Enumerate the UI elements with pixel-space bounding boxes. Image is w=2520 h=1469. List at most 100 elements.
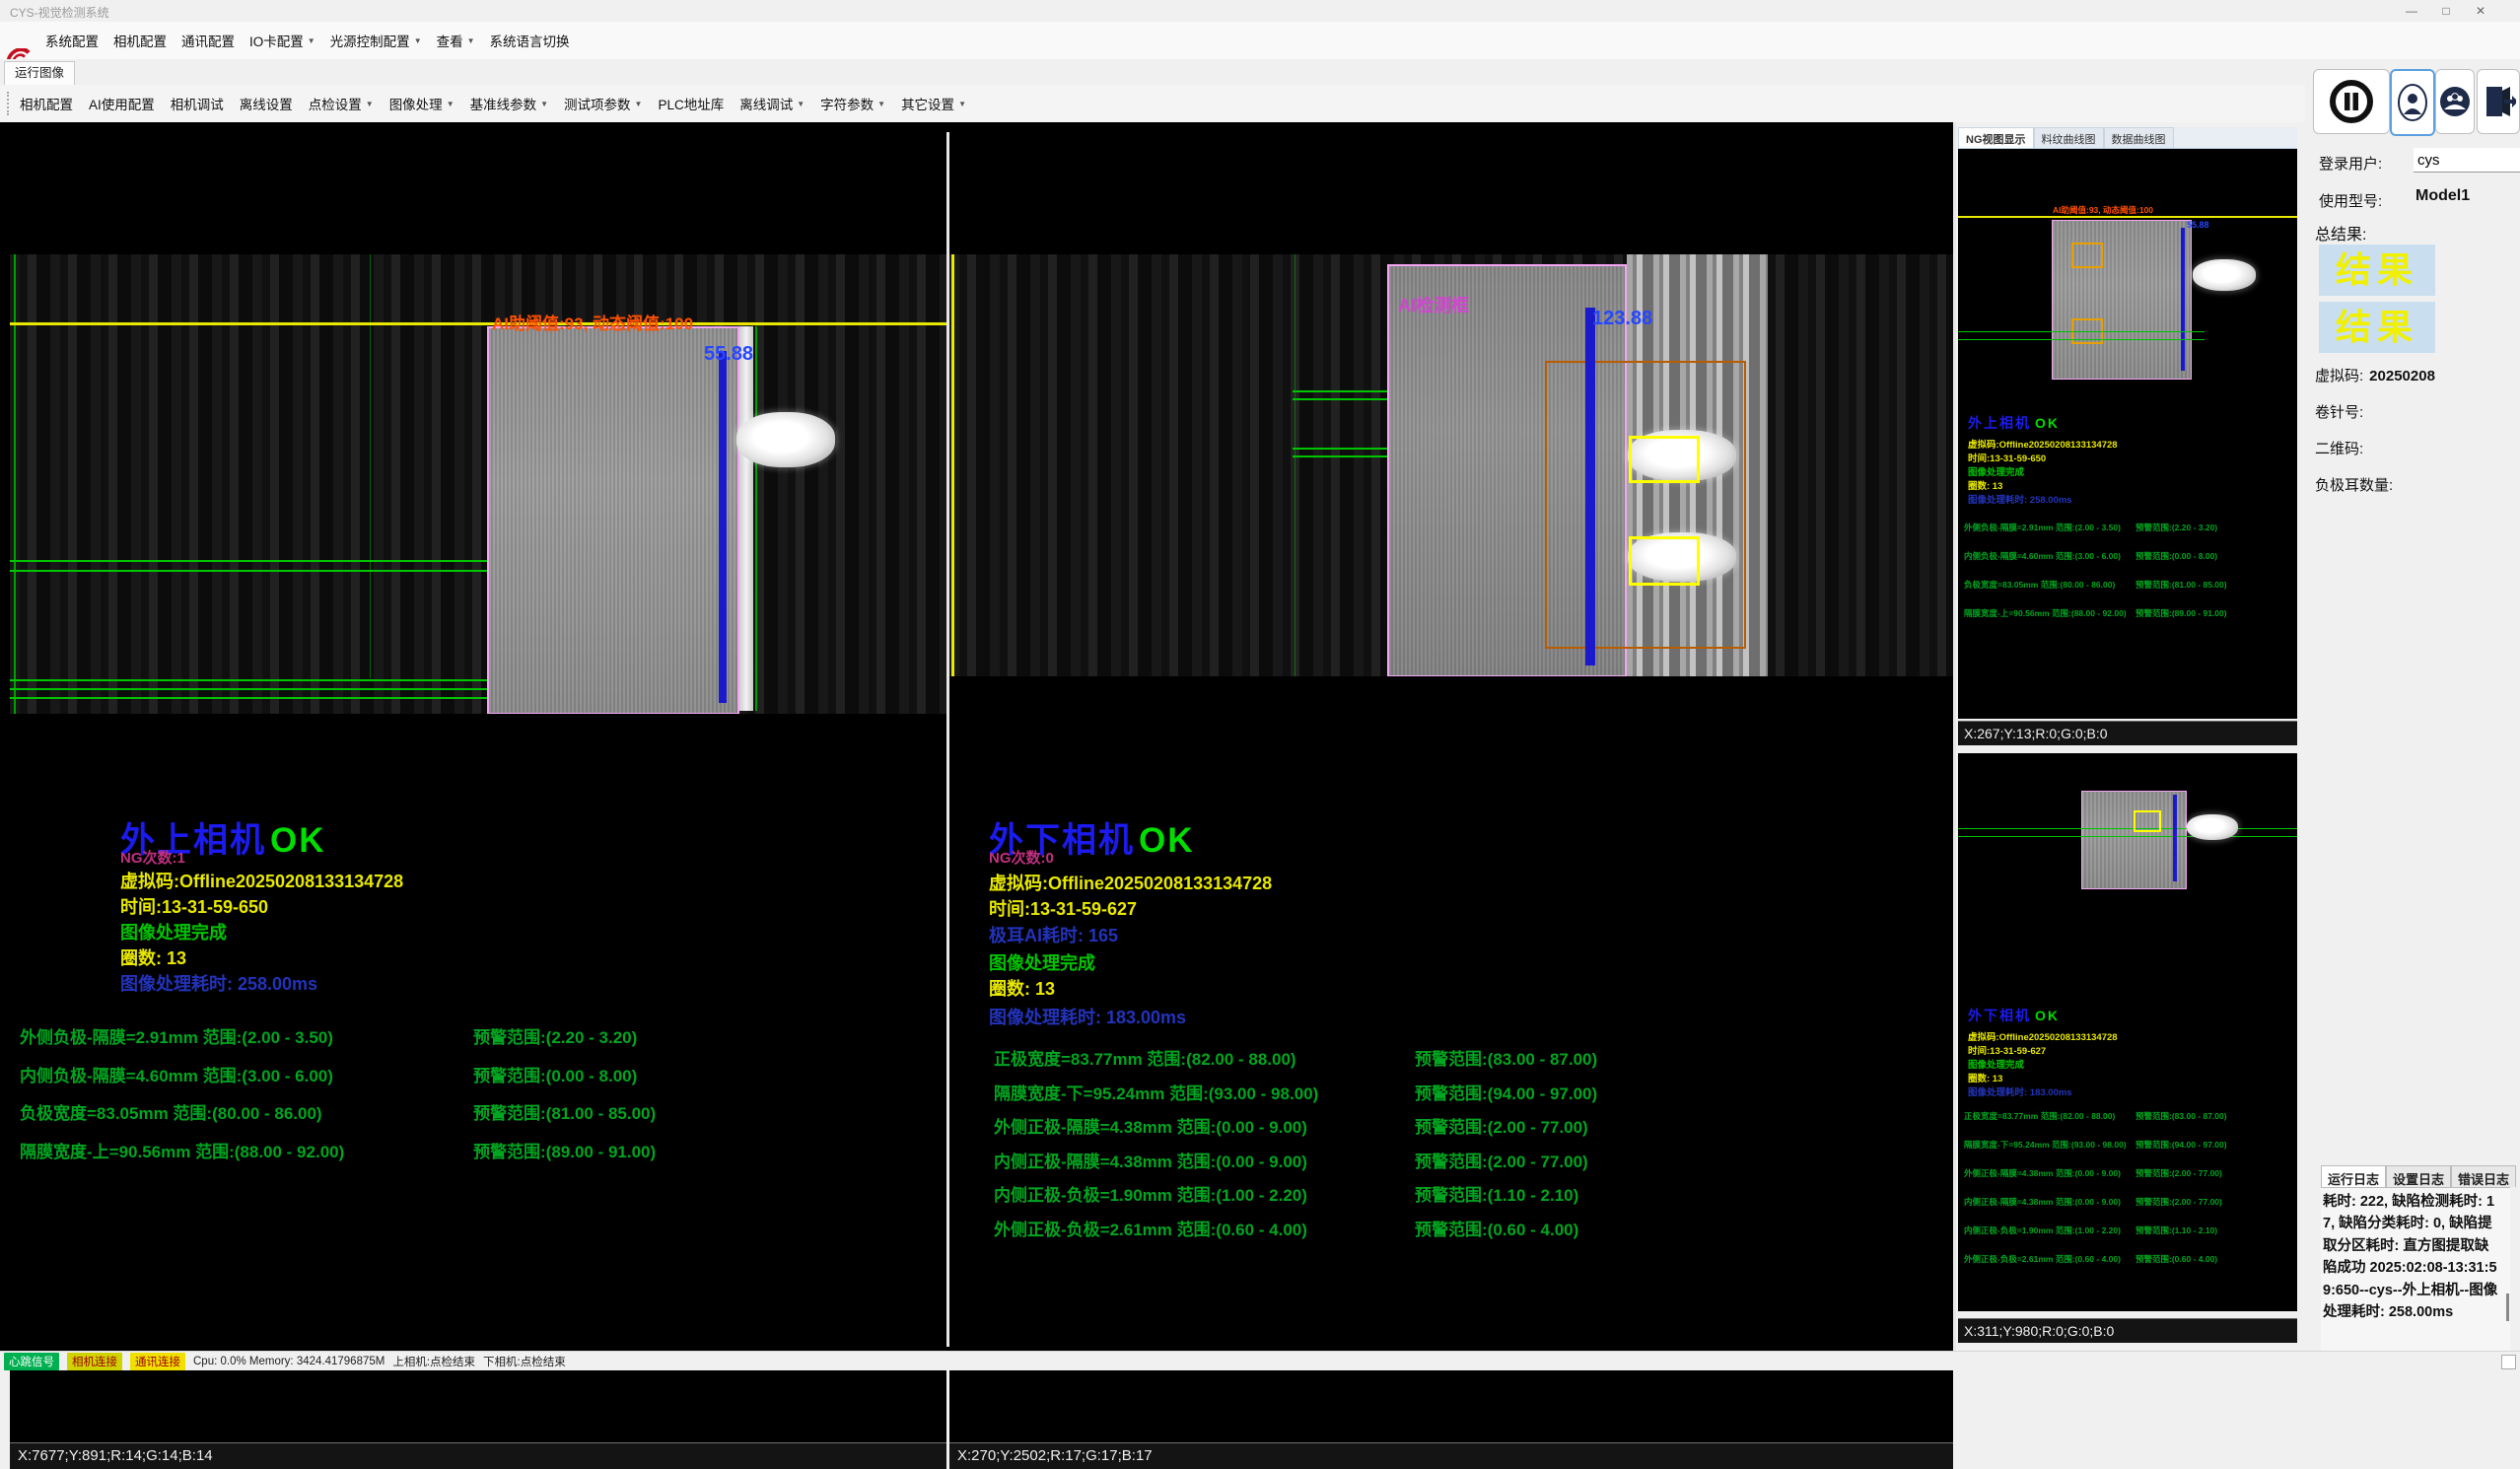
result-badge-1: 结果: [2319, 245, 2435, 296]
measurement-list: 外侧负极-隔膜=2.91mm 范围:(2.00 - 3.50) 预警范围:(2.…: [10, 1023, 946, 1175]
model-label: 使用型号:: [2319, 190, 2382, 211]
info-field-label: 卷针号:: [2315, 404, 2363, 421]
main-menu: 系统配置 ▼ 相机配置 ▼ 通讯配置 ▼ IO卡配置 ▼ 光源控制配置 ▼ 查看…: [45, 22, 570, 59]
toolbar-button[interactable]: 图像处理 ▼: [389, 94, 455, 113]
measurement-row: 外侧正极-负极=2.61mm 范围:(0.60 - 4.00) 预警范围:(0.…: [949, 1216, 1953, 1250]
measurement-value: 隔膜宽度-上=90.56mm 范围:(88.00 - 92.00): [20, 1138, 344, 1162]
log-tab[interactable]: 运行日志: [2321, 1165, 2386, 1187]
measurement-value: 外侧正极-隔膜=4.38mm 范围:(0.00 - 9.00): [994, 1113, 1307, 1138]
logout-door-icon: [2481, 83, 2516, 120]
toolbar-button[interactable]: 离线设置 ▼: [240, 94, 293, 113]
measurement-row: 外侧正极-隔膜=4.38mm 范围:(0.00 - 9.00) 预警范围:(2.…: [949, 1113, 1953, 1148]
ai-threshold-text: AI助阈值:93, 动态阈值:100: [492, 310, 693, 334]
toolbar-button[interactable]: 字符参数 ▼: [820, 94, 885, 113]
measurement-value: 外侧负极-隔膜=2.91mm 范围:(2.00 - 3.50): [20, 1023, 333, 1048]
log-panel: 运行日志设置日志错误日志 耗时: 222, 缺陷检测耗时: 17, 缺陷分类耗时…: [2321, 1165, 2510, 1351]
toolbar-button-label: 测试项参数: [564, 94, 631, 113]
toolbar-button-label: 其它设置: [901, 94, 954, 113]
ng-thumbnail-lower[interactable]: 外下相机OK 虚拟码:Offline20250208133134728 时间:1…: [1958, 753, 2297, 1311]
sidebar: NG视图显示料纹曲线图数据曲线图 AI助阈值:93, 动态阈值:100 55.8…: [1956, 122, 2520, 1353]
menu-item[interactable]: 系统配置 ▼: [45, 31, 99, 50]
chevron-down-icon: ▼: [467, 36, 475, 45]
toolbar-button-label: 字符参数: [820, 94, 874, 113]
log-text[interactable]: 耗时: 222, 缺陷检测耗时: 17, 缺陷分类耗时: 0, 缺陷提取分区耗时…: [2321, 1187, 2510, 1351]
log-scrollbar[interactable]: [2506, 1294, 2509, 1321]
toolbar-grip[interactable]: [7, 92, 9, 115]
ng-view-tab[interactable]: 数据曲线图: [2104, 127, 2174, 148]
menu-item[interactable]: 查看 ▼: [437, 31, 475, 50]
baseline-yellow-line: [10, 322, 946, 325]
toolbar-button[interactable]: PLC地址库 ▼: [658, 94, 724, 113]
toolbar-button[interactable]: 相机调试 ▼: [171, 94, 224, 113]
measurement-row: 外侧负极-隔膜=2.91mm 范围:(2.00 - 3.50) 预警范围:(2.…: [10, 1023, 946, 1062]
log-tab[interactable]: 设置日志: [2386, 1165, 2451, 1187]
menu-item-label: 相机配置: [113, 31, 167, 50]
process-time: 图像处理耗时: 183.00ms: [989, 1004, 1186, 1029]
login-user-input[interactable]: [2414, 148, 2520, 173]
ng-view-tab[interactable]: 料纹曲线图: [2034, 127, 2104, 148]
menu-item[interactable]: 通讯配置 ▼: [181, 31, 235, 50]
warning-range: 预警范围:(0.00 - 8.00): [473, 1062, 637, 1086]
camera-result: OK: [1139, 821, 1195, 860]
toolbar-button[interactable]: 离线调试 ▼: [739, 94, 805, 113]
toolbar-button[interactable]: 基准线参数 ▼: [470, 94, 548, 113]
user-icon: [2396, 83, 2429, 122]
menu-item[interactable]: 光源控制配置 ▼: [330, 31, 422, 50]
toolbar-button-label: 离线调试: [739, 94, 793, 113]
blue-measure-value-mini: 55.88: [2187, 220, 2209, 230]
measurement-row: 正极宽度=83.77mm 范围:(82.00 - 88.00) 预警范围:(83…: [949, 1045, 1953, 1080]
minimize-button[interactable]: —: [2396, 0, 2427, 22]
baseline-yellow-line: [951, 254, 954, 676]
maximize-button[interactable]: □: [2430, 0, 2462, 22]
ng-view-tab[interactable]: NG视图显示: [1958, 127, 2034, 148]
measurement-value: 内侧负极-隔膜=4.60mm 范围:(3.00 - 6.00): [20, 1062, 333, 1086]
logout-button[interactable]: [2477, 69, 2520, 134]
user-group-button[interactable]: [2435, 69, 2475, 134]
menu-item[interactable]: IO卡配置 ▼: [249, 31, 315, 50]
blue-measure-value: 123.88: [1592, 308, 1652, 330]
toolbar-button[interactable]: 相机配置 ▼: [20, 94, 73, 113]
info-field-row: 二维码:: [2315, 438, 2512, 474]
menu-item[interactable]: 系统语言切换 ▼: [490, 31, 570, 50]
title-bar: CYS-视觉检测系统 — □ ✕: [0, 0, 2520, 22]
measurement-value: 负极宽度=83.05mm 范围:(80.00 - 86.00): [20, 1099, 322, 1124]
chevron-down-icon: ▼: [308, 36, 315, 45]
pause-icon: [2328, 78, 2375, 125]
log-tab[interactable]: 错误日志: [2451, 1165, 2516, 1187]
info-field-row: 负极耳数量:: [2315, 474, 2512, 511]
info-field-label: 虚拟码:: [2315, 368, 2363, 385]
chevron-down-icon: ▼: [958, 100, 966, 108]
upper-camera-image[interactable]: AI助阈值:93, 动态阈值:100 55.88: [10, 254, 946, 714]
info-field-row: 卷针号:: [2315, 401, 2512, 438]
menu-item[interactable]: 相机配置 ▼: [113, 31, 167, 50]
chevron-down-icon: ▼: [540, 100, 548, 108]
menu-item-label: 系统语言切换: [490, 31, 570, 50]
measurement-row: 隔膜宽度-下=95.24mm 范围:(93.00 - 98.00) 预警范围:(…: [949, 1080, 1953, 1114]
toolbar-items: 相机配置 ▼ AI使用配置 ▼ 相机调试 ▼ 离线设置 ▼ 点检设置 ▼ 图像处…: [20, 85, 966, 122]
loop-count: 圈数: 13: [120, 944, 186, 970]
ng-thumbnail-upper[interactable]: AI助阈值:93, 动态阈值:100 55.88 外上相机OK 虚拟码:Offl…: [1958, 149, 2297, 719]
toolbar-button[interactable]: 测试项参数 ▼: [564, 94, 642, 113]
status-bar: 心跳信号 相机连接 通讯连接 Cpu: 0.0% Memory: 3424.41…: [0, 1351, 2520, 1370]
ng-view-tabs: NG视图显示料纹曲线图数据曲线图: [1958, 127, 2297, 149]
warning-range: 预警范围:(89.00 - 91.00): [473, 1138, 656, 1162]
close-button[interactable]: ✕: [2465, 0, 2496, 22]
toolbar-button[interactable]: 点检设置 ▼: [309, 94, 374, 113]
toolbar-button[interactable]: 其它设置 ▼: [901, 94, 966, 113]
lower-camera-panel: AI检测框 123.88 外下相机OK NG次数:0 虚拟码:Offline20…: [949, 254, 1953, 1469]
electrode-region-box: [487, 326, 739, 714]
lower-camera-image[interactable]: AI检测框 123.88: [949, 254, 1953, 676]
total-result-label: 总结果:: [2315, 221, 2366, 245]
toolbar-button-label: 点检设置: [309, 94, 362, 113]
toolbar-button[interactable]: AI使用配置 ▼: [89, 94, 155, 113]
ng-count: NG次数:1: [120, 847, 185, 868]
pause-button[interactable]: [2313, 69, 2390, 134]
user-button[interactable]: [2390, 69, 2435, 136]
menu-item-label: IO卡配置: [249, 31, 304, 50]
electrode-tab-blob: [736, 412, 835, 467]
measure-blue-line: [1585, 308, 1595, 665]
capture-time: 时间:13-31-59-650: [120, 893, 268, 919]
tab-run-image[interactable]: 运行图像: [4, 61, 75, 86]
measure-blue-line: [719, 351, 727, 703]
measurement-value: 正极宽度=83.77mm 范围:(82.00 - 88.00): [994, 1045, 1296, 1070]
